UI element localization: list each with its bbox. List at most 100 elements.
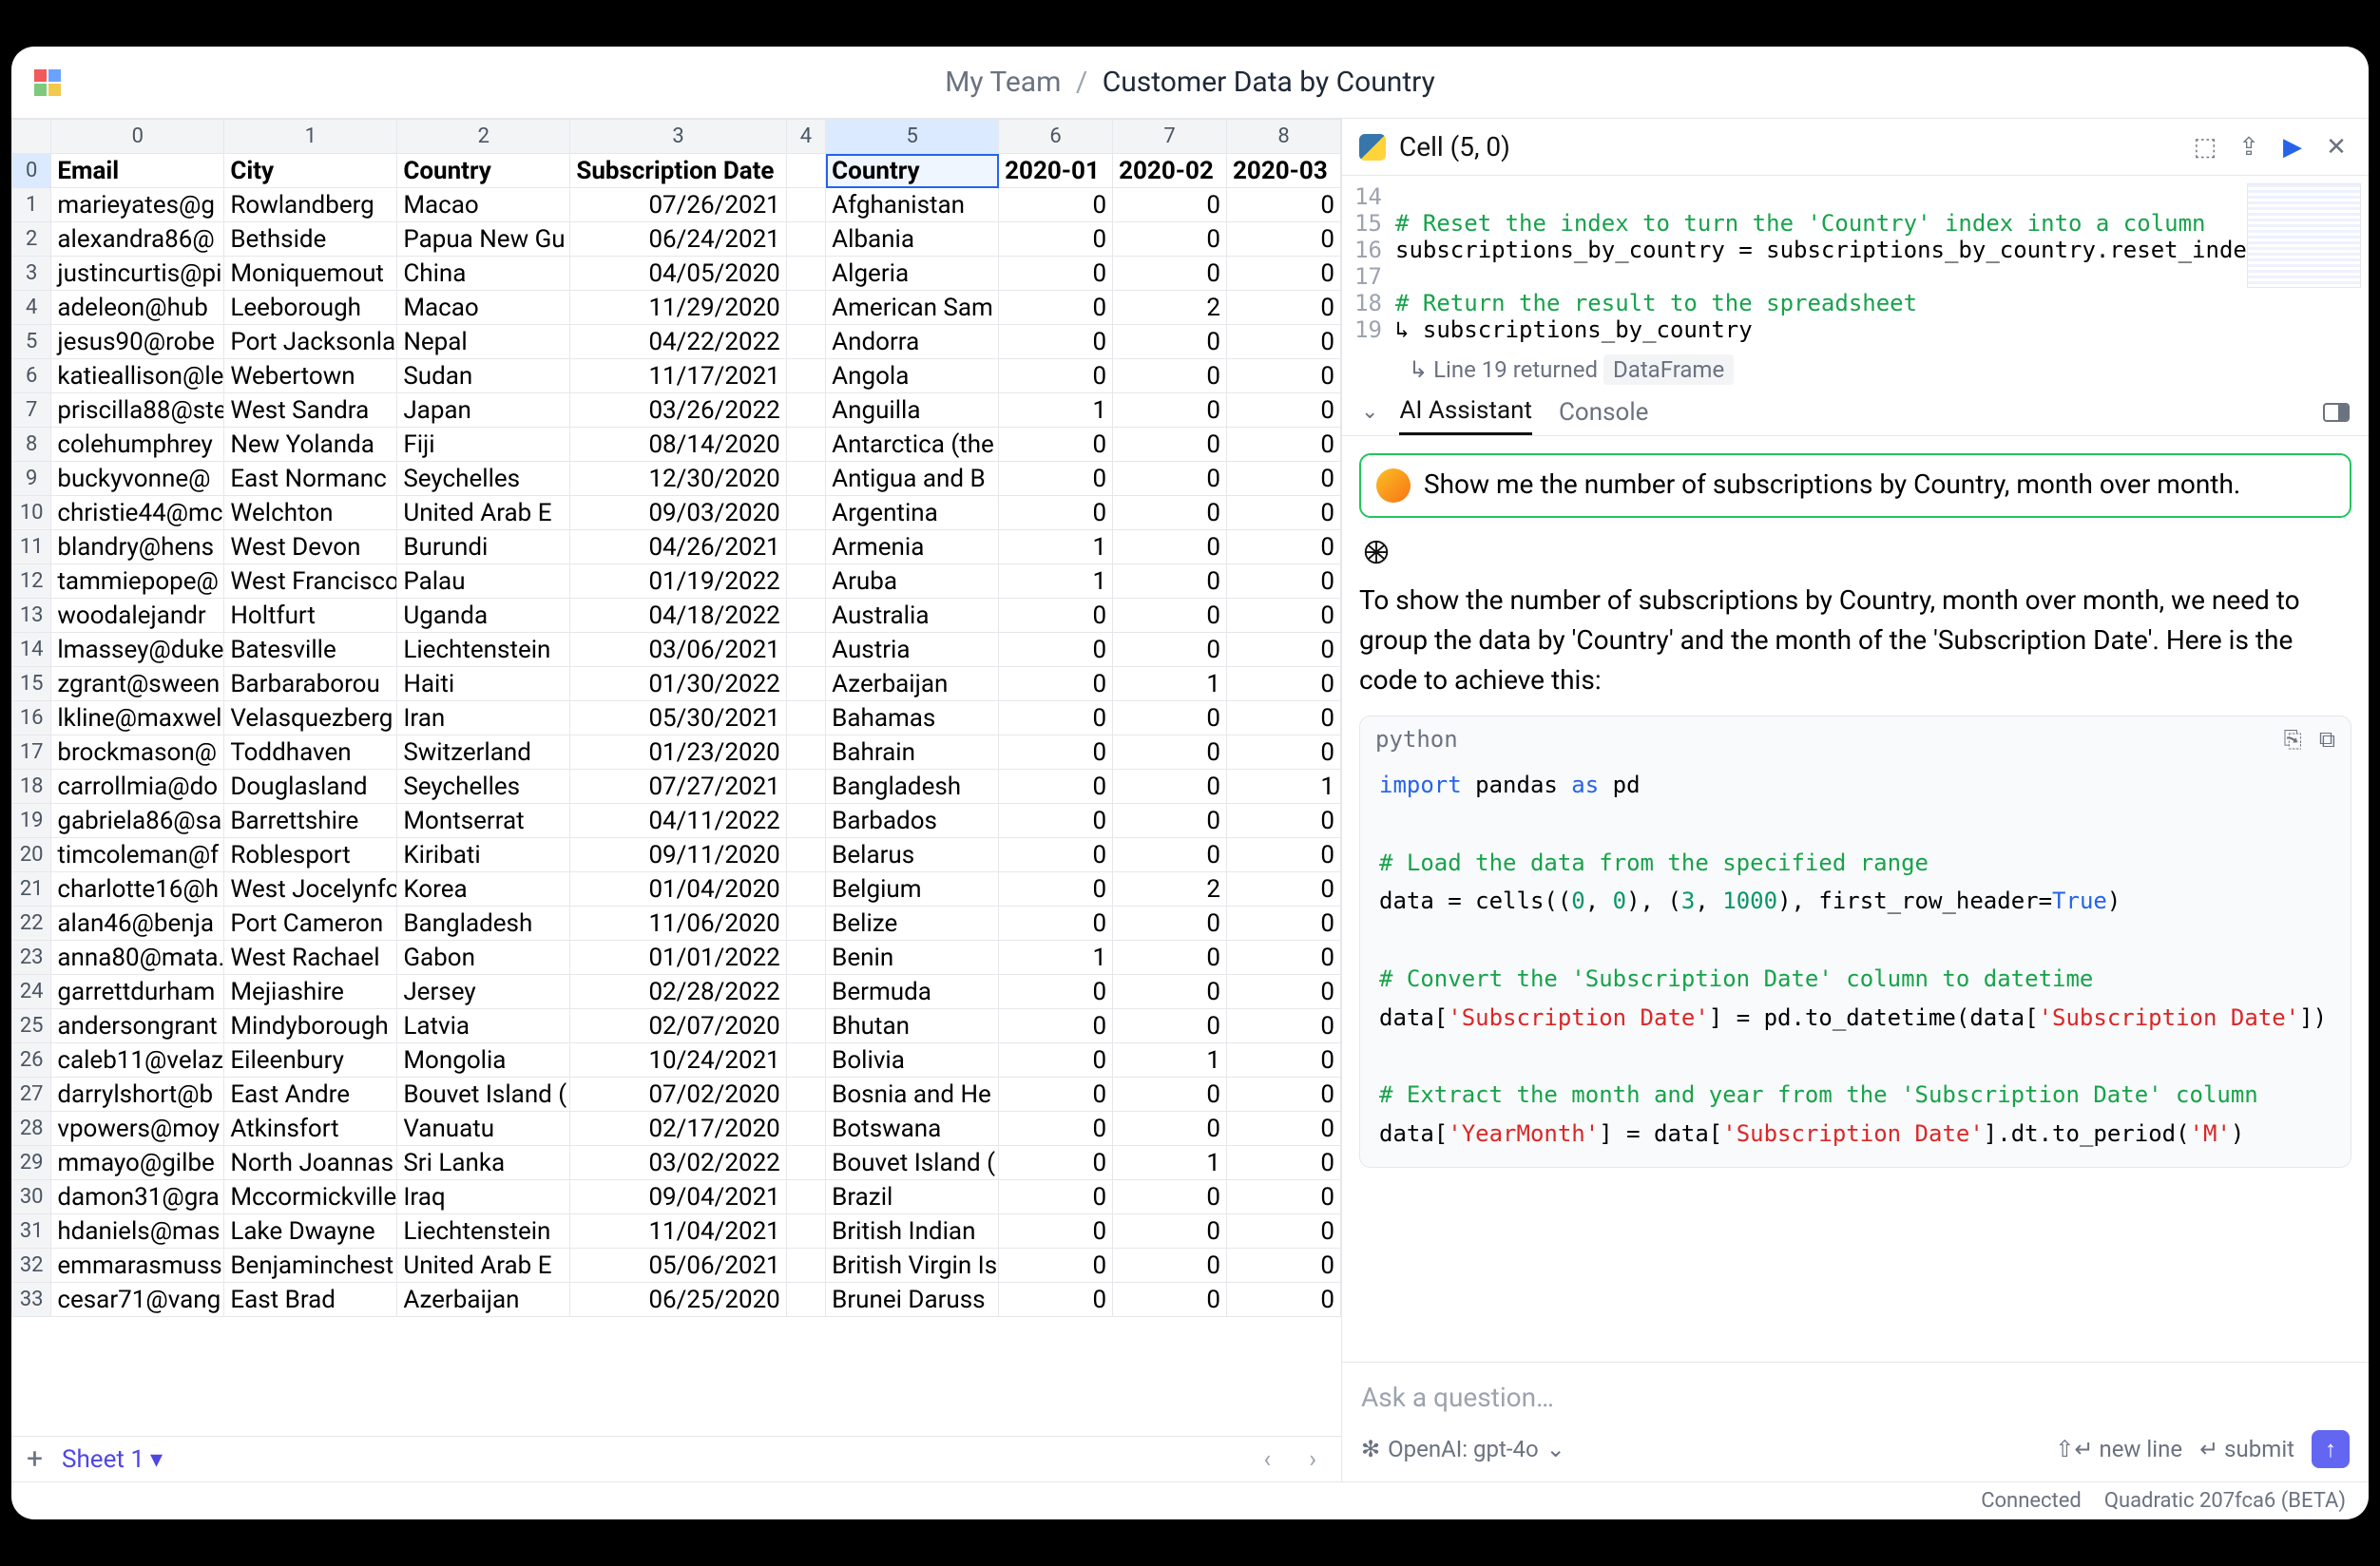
- row-header[interactable]: 14: [12, 633, 51, 667]
- cell[interactable]: 01/04/2020: [570, 872, 786, 907]
- cell[interactable]: 0: [999, 1078, 1113, 1112]
- cell[interactable]: lkline@maxwel: [51, 701, 224, 735]
- cell[interactable]: 10/24/2021: [570, 1043, 786, 1078]
- cell[interactable]: 04/26/2021: [570, 530, 786, 564]
- cell[interactable]: Brazil: [826, 1180, 999, 1214]
- cell[interactable]: Douglasland: [224, 770, 397, 804]
- cell[interactable]: 0: [999, 838, 1113, 872]
- cell[interactable]: timcoleman@f: [51, 838, 224, 872]
- cell[interactable]: 0: [1227, 735, 1341, 770]
- cell[interactable]: Liechtenstein: [397, 1214, 570, 1249]
- cell[interactable]: [786, 291, 825, 325]
- cell[interactable]: 0: [999, 907, 1113, 941]
- row-header[interactable]: 10: [12, 496, 51, 530]
- cell[interactable]: East Normanc: [224, 462, 397, 496]
- cell[interactable]: East Andre: [224, 1078, 397, 1112]
- cell[interactable]: China: [397, 257, 570, 291]
- cell[interactable]: Argentina: [826, 496, 999, 530]
- cell[interactable]: Bouvet Island (: [826, 1146, 999, 1180]
- cell[interactable]: 0: [1113, 222, 1227, 257]
- app-logo[interactable]: [34, 69, 61, 96]
- cell[interactable]: emmarasmuss: [51, 1249, 224, 1283]
- cell[interactable]: 0: [1227, 838, 1341, 872]
- selection-icon[interactable]: ⬚: [2190, 132, 2220, 162]
- cell[interactable]: [786, 907, 825, 941]
- row-header[interactable]: 24: [12, 975, 51, 1009]
- cell[interactable]: 0: [1227, 462, 1341, 496]
- cell[interactable]: 0: [1227, 872, 1341, 907]
- cell[interactable]: 1: [1113, 1146, 1227, 1180]
- cell[interactable]: 0: [999, 975, 1113, 1009]
- cell[interactable]: Seychelles: [397, 770, 570, 804]
- sheet-nav-left[interactable]: ‹: [1254, 1445, 1280, 1474]
- cell[interactable]: alan46@benja: [51, 907, 224, 941]
- ask-input[interactable]: Ask a question…: [1361, 1376, 2350, 1419]
- breadcrumb-title[interactable]: Customer Data by Country: [1103, 66, 1435, 99]
- cell[interactable]: 11/06/2020: [570, 907, 786, 941]
- cell[interactable]: 07/27/2021: [570, 770, 786, 804]
- cell[interactable]: 0: [999, 496, 1113, 530]
- cell[interactable]: Port Cameron: [224, 907, 397, 941]
- cell[interactable]: Fiji: [397, 428, 570, 462]
- cell[interactable]: 0: [1113, 462, 1227, 496]
- cell[interactable]: Jersey: [397, 975, 570, 1009]
- cell[interactable]: Nepal: [397, 325, 570, 359]
- cell[interactable]: Barrettshire: [224, 804, 397, 838]
- row-header[interactable]: 23: [12, 941, 51, 975]
- cell[interactable]: 0: [999, 1112, 1113, 1146]
- cell[interactable]: 0: [1113, 1180, 1227, 1214]
- cell[interactable]: 1: [1113, 1043, 1227, 1078]
- cell[interactable]: 0: [1113, 530, 1227, 564]
- cell[interactable]: 0: [999, 1180, 1113, 1214]
- cell[interactable]: 0: [999, 804, 1113, 838]
- cell[interactable]: [786, 393, 825, 428]
- row-header[interactable]: 19: [12, 804, 51, 838]
- cell[interactable]: Batesville: [224, 633, 397, 667]
- cell[interactable]: West Jocelynfo: [224, 872, 397, 907]
- cell[interactable]: 0: [1227, 257, 1341, 291]
- cell[interactable]: Barbados: [826, 804, 999, 838]
- cell[interactable]: 0: [1227, 1009, 1341, 1043]
- cell[interactable]: Papua New Gu: [397, 222, 570, 257]
- cell[interactable]: 11/17/2021: [570, 359, 786, 393]
- cell[interactable]: 04/11/2022: [570, 804, 786, 838]
- cell[interactable]: Bolivia: [826, 1043, 999, 1078]
- cell[interactable]: Eileenbury: [224, 1043, 397, 1078]
- cell[interactable]: Angola: [826, 359, 999, 393]
- cell[interactable]: 0: [1227, 1180, 1341, 1214]
- cell[interactable]: Latvia: [397, 1009, 570, 1043]
- cell[interactable]: Azerbaijan: [397, 1283, 570, 1317]
- cell[interactable]: [786, 975, 825, 1009]
- cell[interactable]: Webertown: [224, 359, 397, 393]
- cell[interactable]: 03/26/2022: [570, 393, 786, 428]
- cell[interactable]: 06/24/2021: [570, 222, 786, 257]
- cell[interactable]: 04/18/2022: [570, 599, 786, 633]
- cell[interactable]: Palau: [397, 564, 570, 599]
- cell[interactable]: [786, 1249, 825, 1283]
- row-header[interactable]: 11: [12, 530, 51, 564]
- row-header[interactable]: 15: [12, 667, 51, 701]
- cell[interactable]: 0: [1227, 530, 1341, 564]
- row-header[interactable]: 6: [12, 359, 51, 393]
- col-header[interactable]: 2: [397, 120, 570, 154]
- cell[interactable]: 0: [1113, 1214, 1227, 1249]
- cell[interactable]: 02/28/2022: [570, 975, 786, 1009]
- cell[interactable]: 0: [1113, 735, 1227, 770]
- cell[interactable]: West Devon: [224, 530, 397, 564]
- cell[interactable]: 0: [1113, 257, 1227, 291]
- cell[interactable]: 0: [1113, 496, 1227, 530]
- cell[interactable]: [786, 599, 825, 633]
- cell[interactable]: christie44@mc: [51, 496, 224, 530]
- cell[interactable]: 0: [999, 1283, 1113, 1317]
- row-header[interactable]: 0: [12, 154, 51, 188]
- cell[interactable]: Bethside: [224, 222, 397, 257]
- row-header[interactable]: 8: [12, 428, 51, 462]
- cell[interactable]: Switzerland: [397, 735, 570, 770]
- cell[interactable]: Andorra: [826, 325, 999, 359]
- cell[interactable]: [786, 222, 825, 257]
- cell[interactable]: 12/30/2020: [570, 462, 786, 496]
- grid-scroll[interactable]: 012345678 0EmailCityCountrySubscription …: [11, 119, 1341, 1436]
- cell[interactable]: [786, 530, 825, 564]
- cell[interactable]: 0: [999, 872, 1113, 907]
- cell[interactable]: Korea: [397, 872, 570, 907]
